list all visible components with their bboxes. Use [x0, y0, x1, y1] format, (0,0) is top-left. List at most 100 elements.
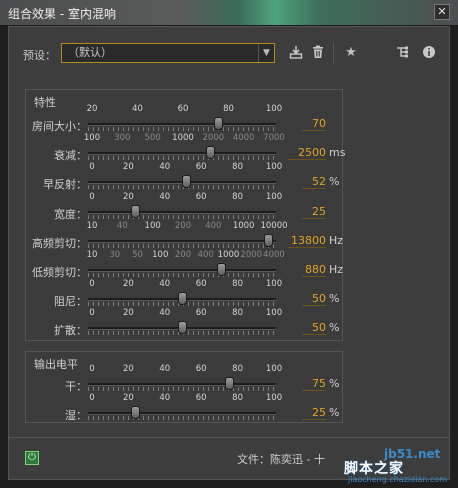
file-name-label: 文件：陈奕迅 - 十: [237, 453, 325, 466]
slider-scale: 0 20 40 60 80 100: [86, 279, 283, 291]
slider-row: 湿： 0 20 40 60 80 100 25%: [26, 393, 342, 422]
slider-unit: %: [329, 406, 340, 419]
slider-value-field[interactable]: 52: [302, 175, 326, 190]
power-toggle-button[interactable]: ⏻: [25, 451, 39, 465]
slider-value-field[interactable]: 880: [302, 263, 326, 277]
effect-panel: 预设： （默认） ▼ ★ 特性 房间大小： 20 40 60 80 100 70 衰减： 100…: [8, 26, 450, 480]
slider-ticks: [88, 156, 276, 161]
scale-tick-label: 7000: [263, 133, 285, 144]
scale-tick-label: 100: [265, 393, 283, 403]
scale-tick-label: 80: [232, 162, 244, 173]
slider-unit: %: [329, 175, 340, 189]
scale-tick-label: 20: [86, 104, 98, 114]
slider-value-field[interactable]: 50: [302, 321, 326, 336]
slider-label: 湿：: [65, 409, 87, 422]
scale-tick-label: 20: [122, 279, 134, 290]
scale-tick-label: 80: [232, 364, 244, 374]
scale-tick-label: 20: [122, 191, 134, 202]
slider-track[interactable]: [88, 210, 276, 214]
preset-dropdown[interactable]: （默认） ▼: [61, 43, 275, 63]
chevron-down-icon[interactable]: ▼: [258, 44, 274, 62]
slider-row: 扩散： 0 20 40 60 80 100 50%: [26, 308, 342, 338]
scale-tick-label: 80: [232, 393, 244, 403]
slider-ticks: [88, 243, 276, 248]
slider-unit: Hz: [329, 233, 344, 247]
scale-tick-label: 100: [265, 162, 283, 173]
slider-ticks: [88, 214, 276, 219]
slider-scale: 0 20 40 60 80 100: [86, 364, 282, 376]
routing-icon[interactable]: [395, 45, 411, 61]
scale-tick-label: 80: [232, 191, 244, 202]
scale-tick-label: 100: [265, 279, 283, 290]
slider-value-field[interactable]: 70: [302, 117, 326, 131]
save-preset-icon[interactable]: [288, 45, 304, 61]
scale-tick-label: 100: [265, 308, 283, 319]
slider-label: 宽度：: [54, 207, 87, 221]
watermark-url: jiaocheng.chazidian.com: [348, 475, 448, 484]
slider-track[interactable]: [88, 269, 276, 272]
scale-tick-label: 20: [122, 162, 134, 173]
slider-scale: 0 20 40 60 80 100: [86, 393, 283, 405]
scale-tick-label: 0: [89, 191, 95, 202]
slider-thumb[interactable]: [213, 117, 223, 130]
slider-ticks: [88, 127, 276, 131]
preset-value: （默认）: [68, 46, 112, 59]
favorite-star-icon[interactable]: ★: [343, 45, 359, 61]
scale-tick-label: 40: [159, 308, 171, 319]
slider-track[interactable]: [88, 152, 276, 156]
scale-tick-label: 20: [122, 393, 134, 403]
info-icon[interactable]: [421, 45, 437, 61]
output-level-group: 输出电平 干： 0 20 40 60 80 100 75% 湿： 0 20 40 60 80 100 25%: [25, 351, 343, 423]
scale-tick-label: 500: [144, 133, 161, 144]
slider-value-field[interactable]: 25: [302, 205, 326, 219]
slider-label: 扩散：: [54, 324, 87, 338]
scale-tick-label: 2000: [240, 250, 263, 260]
slider-thumb[interactable]: [217, 263, 227, 276]
scale-tick-label: 10000: [260, 220, 288, 231]
slider-label: 高频剪切：: [32, 236, 87, 250]
scale-tick-label: 2000: [202, 133, 225, 144]
slider-thumb[interactable]: [178, 292, 187, 306]
scale-tick-label: 60: [195, 162, 207, 173]
scale-tick-label: 100: [144, 220, 161, 231]
scale-tick-label: 0: [89, 393, 95, 403]
scale-tick-label: 60: [195, 364, 207, 374]
slider-label: 低频剪切：: [32, 266, 87, 279]
scale-tick-label: 100: [265, 191, 283, 202]
scale-tick-label: 10: [86, 220, 98, 231]
delete-preset-icon[interactable]: [310, 45, 326, 61]
slider-value-field[interactable]: 2500: [288, 146, 326, 161]
slider-unit: ms: [329, 146, 346, 160]
slider-label: 干：: [65, 380, 87, 393]
slider-thumb[interactable]: [181, 175, 191, 189]
slider-unit: %: [329, 292, 340, 306]
slider-value-field[interactable]: 25: [302, 406, 326, 420]
slider-thumb[interactable]: [206, 146, 216, 160]
slider-thumb[interactable]: [131, 406, 140, 419]
slider-value-field[interactable]: 13800: [288, 234, 326, 248]
slider-scale: 0 20 40 60 80 100: [86, 162, 283, 174]
slider-value-field[interactable]: 75: [302, 377, 326, 391]
close-button[interactable]: ✕: [434, 4, 450, 20]
slider-label: 房间大小：: [32, 120, 87, 133]
scale-tick-label: 20: [122, 364, 134, 374]
slider-label: 衰减：: [54, 149, 87, 163]
scale-tick-label: 80: [223, 104, 234, 114]
slider-thumb[interactable]: [225, 377, 234, 390]
slider-thumb[interactable]: [178, 321, 187, 335]
slider-track[interactable]: [88, 383, 276, 386]
slider-thumb[interactable]: [131, 204, 140, 218]
slider-thumb[interactable]: [264, 233, 274, 247]
scale-tick-label: 1000: [172, 133, 194, 144]
toolbar-divider: [333, 42, 334, 64]
slider-value-field[interactable]: 50: [302, 292, 326, 307]
slider-track[interactable]: [88, 239, 276, 243]
scale-tick-label: 40: [159, 364, 171, 374]
slider-track[interactable]: [88, 123, 276, 126]
slider-row: 低频剪切： 10 30 50 100 200 400 1000 2000 4000 880 Hz: [26, 250, 343, 279]
slider-track[interactable]: [88, 412, 276, 415]
scale-tick-label: 400: [197, 250, 214, 260]
slider-ticks: [88, 273, 276, 277]
slider-ticks: [88, 416, 276, 420]
scale-tick-label: 4000: [263, 250, 285, 260]
